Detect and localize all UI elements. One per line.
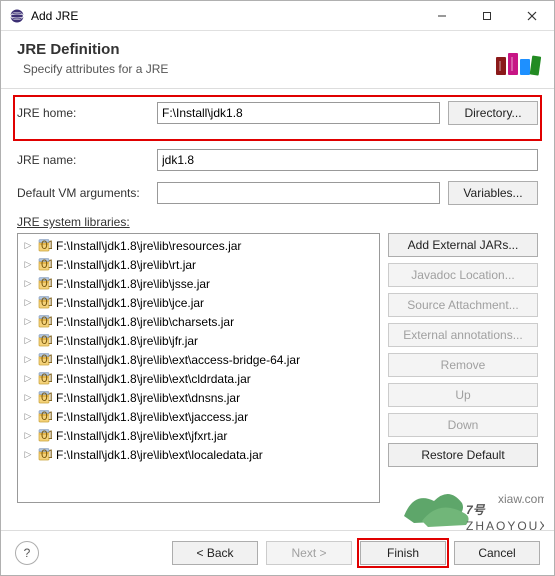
variables-button[interactable]: Variables... (448, 181, 538, 205)
expand-arrow-icon[interactable]: ▷ (22, 392, 34, 403)
jar-path: F:\Install\jdk1.8\jre\lib\jce.jar (56, 296, 204, 310)
svg-text:010: 010 (41, 409, 52, 423)
expand-arrow-icon[interactable]: ▷ (22, 335, 34, 346)
minimize-button[interactable] (419, 1, 464, 31)
tree-item[interactable]: ▷ 010 F:\Install\jdk1.8\jre\lib\ext\dnsns.… (18, 388, 379, 407)
svg-text:010: 010 (41, 295, 52, 309)
jre-home-input[interactable] (157, 102, 440, 124)
source-attachment-button[interactable]: Source Attachment... (388, 293, 538, 317)
expand-arrow-icon[interactable]: ▷ (22, 430, 34, 441)
jar-icon: 010 (36, 371, 52, 387)
jar-icon: 010 (36, 295, 52, 311)
svg-text:010: 010 (41, 371, 52, 385)
jar-icon: 010 (36, 447, 52, 463)
dialog-footer: ? < Back Next > Finish Cancel (1, 530, 554, 575)
jre-name-label: JRE name: (17, 153, 157, 167)
titlebar: Add JRE (1, 1, 554, 31)
expand-arrow-icon[interactable]: ▷ (22, 316, 34, 327)
svg-text:010: 010 (41, 390, 52, 404)
jre-home-label: JRE home: (17, 106, 157, 120)
svg-text:010: 010 (41, 333, 52, 347)
jar-icon: 010 (36, 390, 52, 406)
system-libs-label: JRE system libraries: (17, 215, 538, 229)
expand-arrow-icon[interactable]: ▷ (22, 373, 34, 384)
tree-item[interactable]: ▷ 010 F:\Install\jdk1.8\jre\lib\charsets.j… (18, 312, 379, 331)
jar-path: F:\Install\jdk1.8\jre\lib\ext\cldrdata.j… (56, 372, 251, 386)
next-button[interactable]: Next > (266, 541, 352, 565)
remove-button[interactable]: Remove (388, 353, 538, 377)
close-button[interactable] (509, 1, 554, 31)
jar-path: F:\Install\jdk1.8\jre\lib\charsets.jar (56, 315, 234, 329)
jar-path: F:\Install\jdk1.8\jre\lib\rt.jar (56, 258, 196, 272)
jre-name-input[interactable] (157, 149, 538, 171)
vm-args-label: Default VM arguments: (17, 186, 157, 200)
external-annotations-button[interactable]: External annotations... (388, 323, 538, 347)
system-libs-tree[interactable]: ▷ 010 F:\Install\jdk1.8\jre\lib\resources.… (17, 233, 380, 503)
svg-text:010: 010 (41, 428, 52, 442)
jar-icon: 010 (36, 352, 52, 368)
tree-item[interactable]: ▷ 010 F:\Install\jdk1.8\jre\lib\ext\jfxrt.… (18, 426, 379, 445)
jar-path: F:\Install\jdk1.8\jre\lib\jfr.jar (56, 334, 198, 348)
help-button[interactable]: ? (15, 541, 39, 565)
add-external-jars-button[interactable]: Add External JARs... (388, 233, 538, 257)
svg-text:010: 010 (41, 276, 52, 290)
jar-icon: 010 (36, 428, 52, 444)
svg-text:010: 010 (41, 257, 52, 271)
directory-button[interactable]: Directory... (448, 101, 538, 125)
page-title: JRE Definition (17, 41, 168, 58)
tree-item[interactable]: ▷ 010 F:\Install\jdk1.8\jre\lib\ext\jacces… (18, 407, 379, 426)
highlight-box: JRE home: Directory... (13, 95, 542, 141)
jar-path: F:\Install\jdk1.8\jre\lib\ext\jfxrt.jar (56, 429, 227, 443)
restore-default-button[interactable]: Restore Default (388, 443, 538, 467)
window-title: Add JRE (31, 9, 419, 23)
svg-text:010: 010 (41, 238, 52, 252)
jar-icon: 010 (36, 257, 52, 273)
finish-button[interactable]: Finish (360, 541, 446, 565)
tree-item[interactable]: ▷ 010 F:\Install\jdk1.8\jre\lib\jfr.jar (18, 331, 379, 350)
jar-icon: 010 (36, 333, 52, 349)
tree-item[interactable]: ▷ 010 F:\Install\jdk1.8\jre\lib\jce.jar (18, 293, 379, 312)
up-button[interactable]: Up (388, 383, 538, 407)
eclipse-icon (9, 8, 25, 24)
expand-arrow-icon[interactable]: ▷ (22, 354, 34, 365)
vm-args-input[interactable] (157, 182, 440, 204)
svg-text:010: 010 (41, 447, 52, 461)
javadoc-location-button[interactable]: Javadoc Location... (388, 263, 538, 287)
expand-arrow-icon[interactable]: ▷ (22, 449, 34, 460)
jar-path: F:\Install\jdk1.8\jre\lib\ext\dnsns.jar (56, 391, 240, 405)
svg-text:010: 010 (41, 352, 52, 366)
dialog-header: JRE Definition Specify attributes for a … (1, 31, 554, 89)
expand-arrow-icon[interactable]: ▷ (22, 411, 34, 422)
jar-path: F:\Install\jdk1.8\jre\lib\ext\access-bri… (56, 353, 300, 367)
tree-item[interactable]: ▷ 010 F:\Install\jdk1.8\jre\lib\resources.… (18, 236, 379, 255)
jar-icon: 010 (36, 314, 52, 330)
expand-arrow-icon[interactable]: ▷ (22, 259, 34, 270)
jar-icon: 010 (36, 409, 52, 425)
expand-arrow-icon[interactable]: ▷ (22, 297, 34, 308)
jar-path: F:\Install\jdk1.8\jre\lib\jsse.jar (56, 277, 210, 291)
cancel-button[interactable]: Cancel (454, 541, 540, 565)
page-subtitle: Specify attributes for a JRE (23, 62, 168, 76)
tree-item[interactable]: ▷ 010 F:\Install\jdk1.8\jre\lib\ext\locale… (18, 445, 379, 464)
svg-text:010: 010 (41, 314, 52, 328)
dialog-window: Add JRE JRE Definition Specify attribute… (0, 0, 555, 576)
back-button[interactable]: < Back (172, 541, 258, 565)
tree-item[interactable]: ▷ 010 F:\Install\jdk1.8\jre\lib\rt.jar (18, 255, 379, 274)
expand-arrow-icon[interactable]: ▷ (22, 240, 34, 251)
jar-icon: 010 (36, 276, 52, 292)
expand-arrow-icon[interactable]: ▷ (22, 278, 34, 289)
jar-path: F:\Install\jdk1.8\jre\lib\resources.jar (56, 239, 241, 253)
jar-icon: 010 (36, 238, 52, 254)
tree-item[interactable]: ▷ 010 F:\Install\jdk1.8\jre\lib\ext\access… (18, 350, 379, 369)
jar-path: F:\Install\jdk1.8\jre\lib\ext\localedata… (56, 448, 263, 462)
jar-path: F:\Install\jdk1.8\jre\lib\ext\jaccess.ja… (56, 410, 248, 424)
maximize-button[interactable] (464, 1, 509, 31)
down-button[interactable]: Down (388, 413, 538, 437)
tree-item[interactable]: ▷ 010 F:\Install\jdk1.8\jre\lib\ext\cldrda… (18, 369, 379, 388)
tree-item[interactable]: ▷ 010 F:\Install\jdk1.8\jre\lib\jsse.jar (18, 274, 379, 293)
library-icon (494, 37, 542, 79)
form-area: JRE home: Directory... JRE name: Default… (1, 89, 554, 509)
